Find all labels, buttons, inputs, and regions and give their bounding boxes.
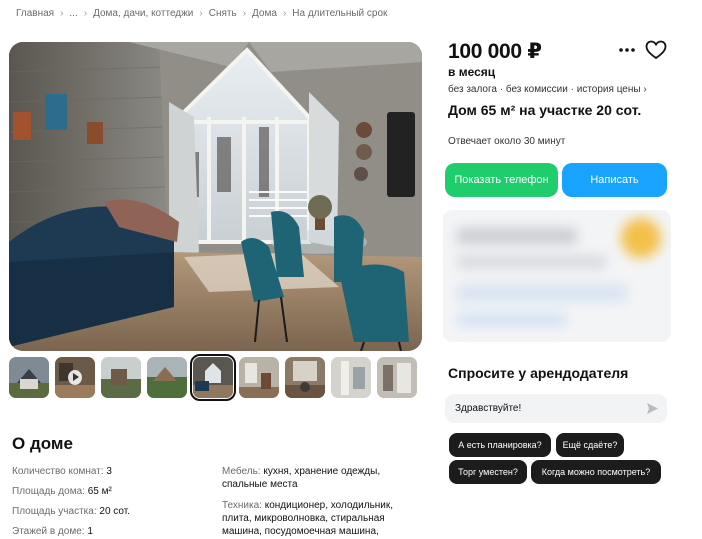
breadcrumb-home[interactable]: Главная — [16, 8, 54, 19]
thumbnail[interactable] — [331, 357, 371, 398]
fact-furniture: Мебель: кухня, хранение одежды, спальные… — [222, 466, 381, 490]
breadcrumb-separator: › — [282, 8, 287, 19]
thumbnail[interactable] — [377, 357, 417, 398]
price-tags[interactable]: без залога · без комиссии · история цены… — [448, 84, 647, 95]
fact-floors: Этажей в доме: 1 — [12, 526, 93, 537]
breadcrumb-separator: › — [242, 8, 247, 19]
breadcrumb-separator: › — [83, 8, 88, 19]
thumbnail[interactable] — [101, 357, 141, 398]
show-phone-button[interactable]: Показать телефон — [445, 163, 558, 197]
fact-rooms: Количество комнат: 3 — [12, 466, 112, 477]
price-period: в месяц — [448, 65, 496, 79]
fact-appliances: Техника: кондиционер, холодильник, плита… — [222, 500, 394, 537]
breadcrumb-rent[interactable]: Снять — [209, 8, 237, 19]
heart-icon[interactable] — [645, 40, 667, 60]
main-photo[interactable] — [9, 42, 422, 351]
breadcrumb-houses[interactable]: Дома — [252, 8, 277, 19]
house-amenities: Мебель: кухня, хранение одежды, спальные… — [222, 465, 422, 539]
ask-landlord-title: Спросите у арендодателя — [448, 365, 629, 381]
thumbnail[interactable] — [239, 357, 279, 398]
thumbnail-active[interactable] — [190, 354, 236, 401]
send-icon[interactable] — [646, 402, 659, 415]
quick-question-chip[interactable]: А есть планировка? — [449, 433, 551, 457]
thumbnail-strip — [9, 354, 417, 401]
play-icon — [68, 370, 82, 385]
quick-question-chip[interactable]: Когда можно посмотреть? — [531, 460, 661, 484]
breadcrumb-long-term[interactable]: На длительный срок — [292, 8, 387, 19]
fact-plot-area: Площадь участка: 20 сот. — [12, 506, 130, 517]
quick-question-chip[interactable]: Торг уместен? — [449, 460, 527, 484]
house-facts: Количество комнат: 3 Площадь дома: 65 м²… — [12, 465, 130, 539]
more-icon[interactable] — [617, 42, 637, 58]
listing-title: Дом 65 м² на участке 20 сот. — [448, 102, 642, 118]
quick-question-chip[interactable]: Ещё сдаёте? — [556, 433, 624, 457]
fact-house-area: Площадь дома: 65 м² — [12, 486, 112, 497]
breadcrumb-separator: › — [60, 8, 64, 19]
breadcrumb-separator: › — [199, 8, 203, 19]
message-input[interactable] — [445, 394, 667, 423]
thumbnail-video[interactable] — [55, 357, 95, 398]
thumbnail[interactable] — [9, 357, 49, 398]
breadcrumb: Главная › ... › Дома, дачи, коттеджи › С… — [16, 8, 387, 19]
about-title: О доме — [12, 434, 73, 453]
breadcrumb-ellipsis[interactable]: ... — [69, 8, 77, 19]
thumbnail[interactable] — [147, 357, 187, 398]
thumbnail[interactable] — [285, 357, 325, 398]
seller-card-blurred — [443, 210, 671, 342]
write-button[interactable]: Написать — [562, 163, 667, 197]
response-time: Отвечает около 30 минут — [448, 136, 566, 147]
breadcrumb-houses-dachas[interactable]: Дома, дачи, коттеджи — [93, 8, 193, 19]
price: 100 000 ₽ — [448, 40, 542, 63]
